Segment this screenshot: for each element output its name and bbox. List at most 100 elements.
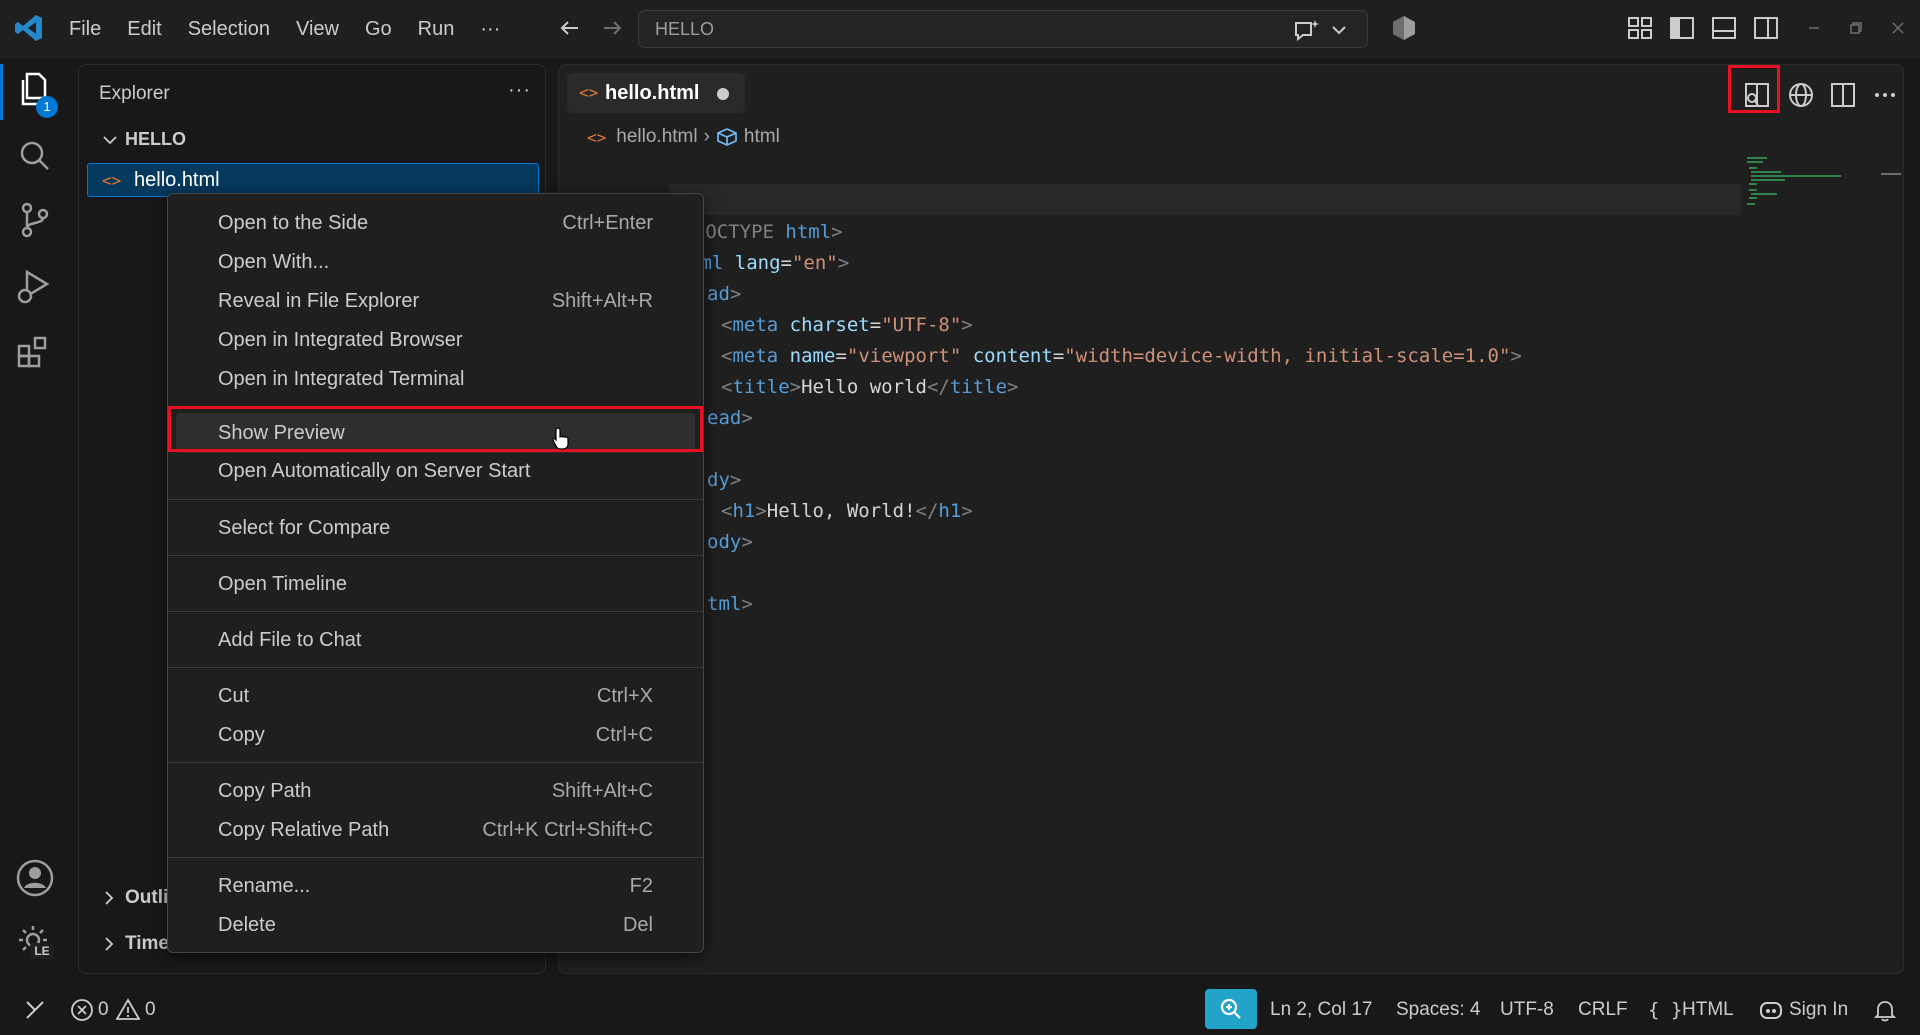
- menu-run[interactable]: Run: [405, 0, 468, 58]
- indentation[interactable]: Spaces: 4: [1396, 999, 1481, 1021]
- code-line-8: ead>: [559, 372, 1903, 429]
- menu-item-open-automatically[interactable]: Open Automatically on Server Start: [176, 452, 695, 490]
- menu-view[interactable]: View: [283, 0, 352, 58]
- split-editor-icon[interactable]: [1827, 79, 1859, 111]
- menu-item-cut[interactable]: Cut Ctrl+X: [176, 677, 695, 715]
- line-ending[interactable]: CRLF: [1578, 999, 1628, 1021]
- code-line-11: <h1>Hello, World!</h1>: [559, 465, 1903, 522]
- menu-item-shortcut: Ctrl+C: [595, 724, 653, 746]
- restore-icon[interactable]: [1842, 14, 1870, 42]
- explorer-badge: 1: [36, 96, 58, 118]
- hand-pointer-cursor-icon: [552, 427, 569, 450]
- menu-separator: [168, 499, 703, 500]
- bell-icon[interactable]: [1872, 997, 1898, 1023]
- zoom-button[interactable]: [1205, 989, 1257, 1029]
- cursor-position[interactable]: Ln 2, Col 17: [1270, 999, 1372, 1021]
- menu-item-label: Copy Relative Path: [218, 819, 390, 841]
- search-icon[interactable]: [13, 134, 57, 178]
- menu-item-copy-relative-path[interactable]: Copy Relative Path Ctrl+K Ctrl+Shift+C: [176, 811, 695, 849]
- editor-area: <> hello.html <> hello.html › html 1: [558, 64, 1904, 974]
- forward-arrow-icon[interactable]: [598, 14, 626, 42]
- extensions-icon[interactable]: [13, 330, 57, 374]
- toggle-panel-icon[interactable]: [1710, 14, 1738, 42]
- error-icon[interactable]: [70, 998, 94, 1022]
- code-line-12: ody>: [559, 496, 1903, 553]
- menu-item-shortcut: Shift+Alt+R: [551, 290, 653, 312]
- account-icon[interactable]: [13, 856, 57, 900]
- menu-item-label: Copy: [218, 724, 265, 746]
- warning-count[interactable]: 0: [145, 999, 156, 1021]
- menu-item-add-file-to-chat[interactable]: Add File to Chat: [176, 621, 695, 659]
- encoding[interactable]: UTF-8: [1500, 999, 1554, 1021]
- minimap[interactable]: [1745, 155, 1865, 215]
- menu-file[interactable]: File: [56, 0, 114, 58]
- menu-item-delete[interactable]: Delete Del: [176, 906, 695, 944]
- copilot-icon[interactable]: [1390, 14, 1418, 42]
- menu-edit[interactable]: Edit: [114, 0, 174, 58]
- menu-go[interactable]: Go: [352, 0, 405, 58]
- menu-separator: [168, 611, 703, 612]
- menu-item-shortcut: F2: [629, 875, 653, 897]
- run-debug-icon[interactable]: [13, 264, 57, 308]
- globe-icon[interactable]: [1785, 79, 1817, 111]
- scrollbar-indicator[interactable]: [1881, 173, 1901, 175]
- source-control-icon[interactable]: [13, 198, 57, 242]
- menu-separator: [168, 762, 703, 763]
- code-line-4: ad>: [559, 248, 1903, 305]
- close-window-icon[interactable]: [1884, 14, 1912, 42]
- breadcrumb-file[interactable]: hello.html: [616, 126, 697, 148]
- customize-layout-icon[interactable]: [1626, 14, 1654, 42]
- outline-chevron-right-icon[interactable]: [101, 889, 117, 907]
- minimize-icon[interactable]: [1800, 14, 1828, 42]
- chat-sparkle-icon[interactable]: [1291, 16, 1321, 44]
- menu-item-open-integrated-browser[interactable]: Open in Integrated Browser: [176, 321, 695, 359]
- back-arrow-icon[interactable]: [556, 14, 584, 42]
- error-count[interactable]: 0: [98, 999, 109, 1021]
- sign-in-button[interactable]: Sign In: [1789, 999, 1848, 1021]
- toggle-secondary-sidebar-icon[interactable]: [1752, 14, 1780, 42]
- element-cube-icon: [717, 128, 737, 146]
- menu-separator: [168, 857, 703, 858]
- menu-selection[interactable]: Selection: [175, 0, 283, 58]
- menu-item-open-with[interactable]: Open With...: [176, 243, 695, 281]
- menu-item-open-timeline[interactable]: Open Timeline: [176, 565, 695, 603]
- folder-chevron-down-icon[interactable]: [101, 131, 119, 149]
- menu-item-select-for-compare[interactable]: Select for Compare: [176, 509, 695, 547]
- code-line-10: dy>: [559, 434, 1903, 491]
- menu-item-open-integrated-terminal[interactable]: Open in Integrated Terminal: [176, 360, 695, 398]
- menu-item-shortcut: Ctrl+Enter: [562, 212, 653, 234]
- preview-button-highlight: [1728, 65, 1780, 113]
- unsaved-dot-icon[interactable]: [717, 88, 729, 100]
- braces-icon: { }: [1648, 999, 1683, 1021]
- menu-item-label: Reveal in File Explorer: [218, 290, 420, 312]
- outline-section[interactable]: Outli: [125, 887, 168, 909]
- menu-item-copy[interactable]: Copy Ctrl+C: [176, 716, 695, 754]
- toggle-primary-sidebar-icon[interactable]: [1668, 14, 1696, 42]
- menu-item-open-to-side[interactable]: Open to the Side Ctrl+Enter: [176, 204, 695, 242]
- breadcrumb-element[interactable]: html: [744, 126, 780, 148]
- menu-item-rename[interactable]: Rename... F2: [176, 867, 695, 905]
- show-preview-highlight: [168, 406, 703, 452]
- menu-item-shortcut: Del: [622, 914, 653, 936]
- timeline-section[interactable]: Time: [125, 933, 169, 955]
- tab-hello-html[interactable]: <> hello.html: [567, 73, 745, 113]
- code-text: tml>: [707, 593, 753, 615]
- folder-name[interactable]: HELLO: [125, 129, 186, 150]
- language-mode[interactable]: HTML: [1682, 999, 1734, 1021]
- file-item-hello-html[interactable]: <> hello.html: [87, 163, 539, 197]
- remote-icon[interactable]: [22, 997, 48, 1023]
- menu-item-copy-path[interactable]: Copy Path Shift+Alt+C: [176, 772, 695, 810]
- chevron-down-icon[interactable]: [1329, 16, 1349, 44]
- timeline-chevron-right-icon[interactable]: [101, 935, 117, 953]
- zoom-in-icon: [1220, 998, 1241, 1019]
- code-line-1: 1 <!DOCTYPE html>: [559, 155, 1903, 243]
- menu-more[interactable]: ···: [467, 0, 513, 58]
- menu-item-reveal-in-explorer[interactable]: Reveal in File Explorer Shift+Alt+R: [176, 282, 695, 320]
- warning-icon[interactable]: [116, 998, 140, 1022]
- explorer-more-button[interactable]: ···: [508, 79, 531, 102]
- more-actions-icon[interactable]: [1869, 79, 1901, 111]
- menu-separator: [168, 555, 703, 556]
- copilot-status-icon[interactable]: [1758, 997, 1784, 1023]
- explorer-title: Explorer: [99, 83, 170, 104]
- command-center[interactable]: HELLO: [638, 10, 1368, 48]
